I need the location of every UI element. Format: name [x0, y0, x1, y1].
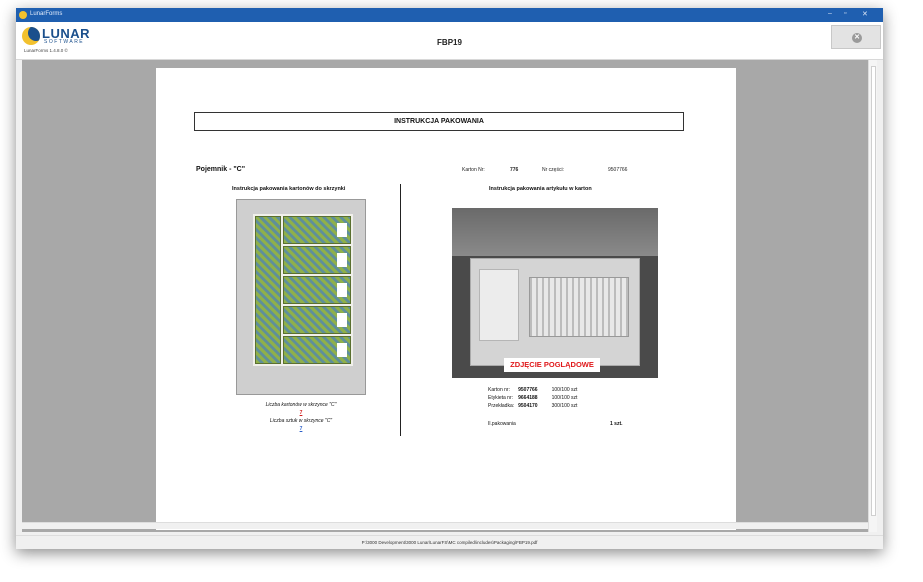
pdf-viewer[interactable]: INSTRUKCJA PAKOWANIA Pojemnik - "C" Kart… — [22, 60, 868, 532]
carton — [283, 336, 351, 364]
pack-label: Il.pakowania — [488, 421, 516, 427]
pdf-page: INSTRUKCJA PAKOWANIA Pojemnik - "C" Kart… — [156, 68, 736, 530]
window-title: LunarForms — [30, 11, 63, 17]
document-title: FBP19 — [437, 38, 462, 47]
spec-value: 9507766 — [518, 386, 538, 393]
spec-value: 9664188 — [518, 394, 538, 401]
window-titlebar: LunarForms – ▫ ✕ — [16, 8, 883, 22]
carton — [283, 216, 351, 244]
crate-interior — [253, 214, 353, 366]
status-path: P:\3000 Development\3000 Lunar\LunarFS\M… — [16, 535, 883, 549]
pieces-label: Liczba sztuk w skrzynce "C" — [269, 418, 333, 424]
part-value: 9507766 — [608, 167, 628, 173]
scroll-thumb[interactable] — [871, 66, 876, 516]
separator-card — [479, 269, 519, 341]
carton-vertical — [255, 216, 281, 364]
app-header: LUNAR SOFTWARE LunarForms 1.4.8.0 © FBP1… — [16, 22, 883, 60]
close-circle-icon: ✕ — [852, 33, 862, 43]
spec-qty: 300/100 szt — [551, 402, 578, 409]
spec-value: 9504170 — [518, 402, 538, 409]
pieces-value: 7 — [299, 426, 303, 432]
app-window: LunarForms – ▫ ✕ LUNAR SOFTWARE LunarFor… — [16, 8, 883, 549]
container-label: Pojemnik - "C" — [196, 166, 246, 173]
spec-label: Karton nr: — [488, 386, 510, 393]
app-icon — [19, 11, 27, 19]
vertical-scrollbar[interactable] — [868, 60, 877, 532]
spec-qty: 100/100 szt — [551, 386, 578, 393]
table-row: Karton nr: 9507766 100/100 szt — [488, 386, 581, 394]
carton — [283, 276, 351, 304]
karton-label: Karton Nr: — [462, 167, 485, 173]
column-divider — [400, 184, 401, 436]
left-section-heading: Instrukcja pakowania kartonów do skrzynk… — [232, 186, 346, 192]
carton-lid — [452, 208, 658, 256]
crate-photo — [236, 199, 366, 395]
pack-value: 1 szt. — [610, 421, 623, 427]
carton — [283, 306, 351, 334]
spec-table: Karton nr: 9507766 100/100 szt Etykieta … — [488, 386, 581, 410]
quantity-info: Liczba kartonów w skrzynce "C" 7 Liczba … — [216, 401, 386, 433]
carton-tray — [470, 258, 640, 366]
karton-value: 776 — [510, 167, 519, 173]
version-label: LunarForms 1.4.8.0 © — [24, 48, 68, 53]
instruction-title: INSTRUKCJA PAKOWANIA — [194, 112, 684, 131]
right-section-heading: Instrukcja pakowania artykułu w karton — [489, 186, 592, 192]
close-document-button[interactable]: ✕ — [831, 25, 881, 49]
minimize-button[interactable]: – — [828, 10, 832, 17]
part-label: Nr części: — [542, 167, 564, 173]
spec-qty: 100/100 szt — [551, 394, 578, 401]
table-row: Etykieta nr: 9664188 100/100 szt — [488, 394, 581, 402]
spec-label: Przekładka: — [488, 402, 515, 409]
cartons-label: Liczba kartonów w skrzynce "C" — [265, 402, 337, 408]
photo-badge: ZDJĘCIE POGLĄDOWE — [504, 358, 600, 372]
carton — [283, 246, 351, 274]
horizontal-scrollbar[interactable] — [22, 522, 868, 529]
maximize-button[interactable]: ▫ — [844, 10, 846, 17]
cartons-value: 7 — [299, 410, 303, 416]
article-photo: ZDJĘCIE POGLĄDOWE — [452, 208, 658, 378]
table-row: Przekładka: 9504170 300/100 szt — [488, 402, 581, 410]
window-close-button[interactable]: ✕ — [862, 10, 868, 18]
article-stack — [529, 277, 629, 337]
spec-label: Etykieta nr: — [488, 394, 514, 401]
